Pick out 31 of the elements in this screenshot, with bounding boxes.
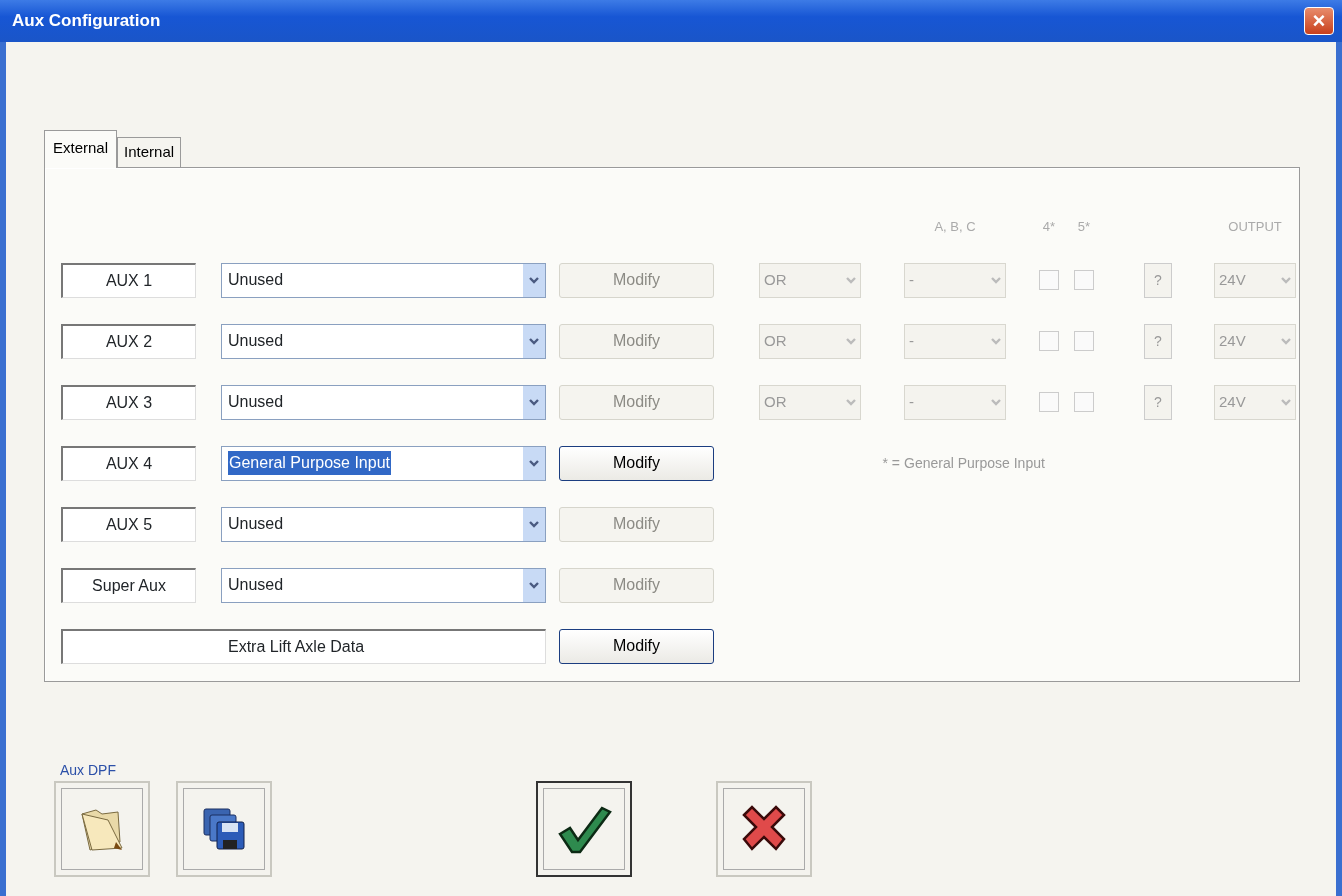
legend-marker: * = — [881, 453, 901, 473]
dropdown[interactable]: Unused — [221, 262, 546, 298]
aux-label: AUX 1 — [61, 262, 196, 298]
dropdown[interactable]: General Purpose Input — [221, 445, 546, 481]
tab[interactable]: External — [44, 130, 118, 168]
dropdown[interactable]: Unused — [221, 506, 546, 542]
dropdown[interactable]: Unused — [221, 567, 546, 603]
column-header: 4* — [1041, 217, 1057, 236]
group-label: Aux DPF — [60, 760, 117, 780]
column-header: 5* — [1076, 217, 1092, 236]
tab[interactable]: Internal — [117, 137, 182, 167]
close-button[interactable]: × — [1304, 7, 1334, 35]
cancel-button[interactable] — [716, 780, 812, 877]
aux-label: AUX 3 — [61, 384, 196, 420]
modify-button[interactable]: Modify — [559, 445, 714, 481]
aux-label: AUX 2 — [61, 323, 196, 359]
column-header: OUTPUT — [1227, 217, 1283, 236]
window-title: Aux Configuration — [12, 10, 161, 33]
dropdown[interactable]: Unused — [221, 323, 546, 359]
aux-label: AUX 4 — [61, 445, 196, 481]
modify-button[interactable]: Modify — [559, 628, 714, 664]
floppy-disks-icon — [202, 806, 246, 851]
save-button[interactable] — [176, 780, 272, 877]
legend-text: General Purpose Input — [904, 453, 1046, 473]
aux-label: Super Aux — [61, 567, 196, 603]
open-button[interactable] — [54, 780, 150, 877]
ok-button[interactable] — [536, 780, 632, 877]
column-header: A, B, C — [933, 217, 977, 236]
aux-label: AUX 5 — [61, 506, 196, 542]
extra-data-label: Extra Lift Axle Data — [61, 628, 546, 664]
dropdown[interactable]: Unused — [221, 384, 546, 420]
